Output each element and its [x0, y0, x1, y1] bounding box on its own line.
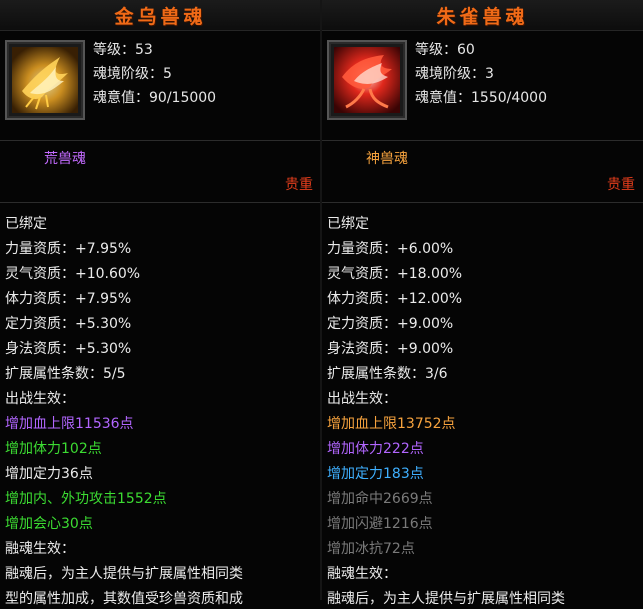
battle-effect: 增加定力36点: [5, 466, 93, 482]
soul-panel-right: 朱雀兽魂 等级：60 魂境阶级：3 魂意值：1550/4000 神兽魂 贵重 已…: [322, 0, 643, 607]
battle-effect: 增加会心30点: [5, 516, 93, 532]
soul-title: 金乌兽魂: [114, 6, 207, 28]
battle-effect: 增加命中2669点: [327, 491, 433, 507]
attr-row: 体力资质：+7.95%: [5, 291, 132, 307]
soul-panel-left: 金乌兽魂 等级：53 魂境阶级：5 魂意值：90/15000 荒兽魂 贵重 已绑…: [0, 0, 321, 607]
worth-label: 贵重: [607, 177, 635, 193]
battle-effect-header: 出战生效：: [327, 391, 397, 407]
battle-effect: 增加体力102点: [5, 441, 102, 457]
battle-effect: 增加内、外功攻击1552点: [5, 491, 167, 507]
battle-effect: 增加闪避1216点: [327, 516, 433, 532]
fusion-effect-text: 融魂后，为主人提供与扩展属性相同类: [327, 591, 565, 607]
battle-effect: 增加血上限13752点: [327, 416, 456, 432]
stat-soul-value: 魂意值：1550/4000: [415, 90, 547, 106]
worth-label: 贵重: [285, 177, 313, 193]
stat-realm: 魂境阶级：3: [415, 66, 494, 82]
attr-row: 力量资质：+6.00%: [327, 241, 454, 257]
stat-realm: 魂境阶级：5: [93, 66, 172, 82]
attr-row: 身法资质：+5.30%: [5, 341, 132, 357]
attr-row: 灵气资质：+10.60%: [5, 266, 141, 282]
stat-level: 等级：60: [415, 42, 475, 58]
battle-effect-header: 出战生效：: [5, 391, 75, 407]
title-bar: 朱雀兽魂: [322, 0, 643, 31]
bound-status: 已绑定: [5, 216, 47, 232]
fusion-effect-header: 融魂生效：: [5, 541, 75, 557]
battle-effect: 增加体力222点: [327, 441, 424, 457]
bound-status: 已绑定: [327, 216, 369, 232]
attr-row: 定力资质：+9.00%: [327, 316, 454, 332]
divider: [322, 140, 643, 141]
attr-row: 力量资质：+7.95%: [5, 241, 132, 257]
attr-row: 灵气资质：+18.00%: [327, 266, 463, 282]
title-bar: 金乌兽魂: [0, 0, 321, 31]
soul-title: 朱雀兽魂: [436, 6, 529, 28]
rarity-label: 荒兽魂: [44, 151, 86, 167]
golden-phoenix-icon: [12, 47, 78, 113]
fusion-effect-text: 型的属性加成，其数值受珍兽资质和成: [5, 591, 243, 607]
attr-row: 身法资质：+9.00%: [327, 341, 454, 357]
rarity-label: 神兽魂: [366, 151, 408, 167]
ext-count-row: 扩展属性条数：3/6: [327, 366, 448, 382]
attr-row: 定力资质：+5.30%: [5, 316, 132, 332]
soul-icon-slot[interactable]: [5, 40, 85, 120]
divider: [322, 202, 643, 203]
divider: [0, 140, 321, 141]
battle-effect: 增加冰抗72点: [327, 541, 415, 557]
battle-effect: 增加定力183点: [327, 466, 424, 482]
battle-effect: 增加血上限11536点: [5, 416, 134, 432]
fusion-effect-header: 融魂生效：: [327, 566, 397, 582]
divider: [0, 202, 321, 203]
attr-row: 体力资质：+12.00%: [327, 291, 463, 307]
stat-level: 等级：53: [93, 42, 153, 58]
stat-soul-value: 魂意值：90/15000: [93, 90, 217, 106]
vermilion-bird-icon: [334, 47, 400, 113]
ext-count-row: 扩展属性条数：5/5: [5, 366, 126, 382]
soul-icon-slot[interactable]: [327, 40, 407, 120]
fusion-effect-text: 融魂后，为主人提供与扩展属性相同类: [5, 566, 243, 582]
